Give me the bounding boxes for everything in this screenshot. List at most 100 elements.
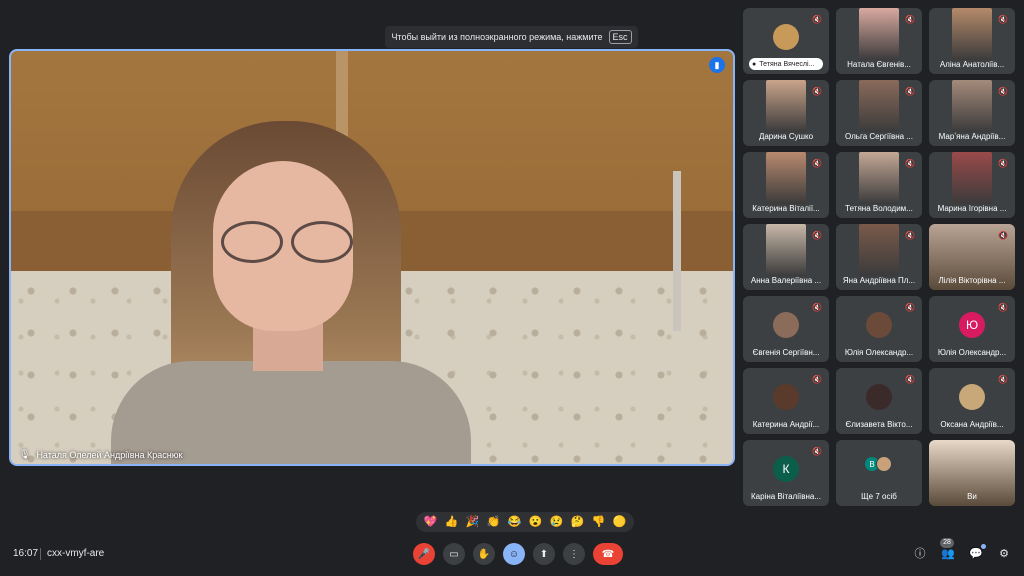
- fullscreen-exit-banner: Чтобы выйти из полноэкранного режима, на…: [385, 26, 638, 48]
- participant-name: Тетяна Володим...: [845, 204, 913, 213]
- participant-name: Лілія Вікторівна ...: [938, 276, 1006, 285]
- participant-tile[interactable]: Катерина Андрії... 🔇: [743, 368, 829, 434]
- participant-tile[interactable]: Натала Євгенів... 🔇: [836, 8, 922, 74]
- reactions-button[interactable]: ☺: [503, 543, 525, 565]
- mic-off-icon: 🔇: [905, 231, 915, 240]
- participant-tile[interactable]: В Ще 7 осіб: [836, 440, 922, 506]
- avatar: [866, 384, 892, 410]
- avatar: [866, 312, 892, 338]
- participant-name: Анна Валеріївна ...: [750, 276, 822, 285]
- hand-icon: ✋: [477, 548, 491, 560]
- reaction-emoji-button[interactable]: 🤔: [571, 515, 585, 529]
- participant-tile[interactable]: Єлизавета Вікто... 🔇: [836, 368, 922, 434]
- mic-off-icon: 🔇: [905, 159, 915, 168]
- participant-tile[interactable]: Ольга Сергіївна ... 🔇: [836, 80, 922, 146]
- participant-tile[interactable]: Яна Андріївна Пл... 🔇: [836, 224, 922, 290]
- reaction-emoji-button[interactable]: 🎉: [466, 515, 480, 529]
- mic-off-icon: 🔇: [905, 15, 915, 24]
- participant-tile[interactable]: Юлія Олександр... 🔇: [836, 296, 922, 362]
- participant-video: [952, 80, 992, 132]
- participant-tile[interactable]: Марина Ігорівна ... 🔇: [929, 152, 1015, 218]
- participant-tile[interactable]: ● Тетяна Вячеслі... 🔇: [743, 8, 829, 74]
- mic-toggle-button[interactable]: 🎤: [413, 543, 435, 565]
- emoji-icon: ☺: [508, 548, 520, 560]
- mic-off-icon: 🔇: [905, 375, 915, 384]
- participant-tile[interactable]: Лілія Вікторівна ... 🔇: [929, 224, 1015, 290]
- participant-tile[interactable]: Оксана Андріїв... 🔇: [929, 368, 1015, 434]
- banner-text: Чтобы выйти из полноэкранного режима, на…: [391, 32, 603, 42]
- participant-video: [859, 80, 899, 132]
- participant-tile[interactable]: К Каріна Віталіївна... 🔇: [743, 440, 829, 506]
- reaction-emoji-button[interactable]: 🟡: [613, 515, 627, 529]
- participant-name: Марʼяна Андріїв...: [938, 132, 1006, 141]
- mic-off-icon: 🔇: [998, 303, 1008, 312]
- participant-video: [766, 224, 806, 276]
- hangup-icon: ☎: [601, 548, 615, 560]
- reaction-emoji-button[interactable]: 👍: [445, 515, 459, 529]
- main-speaker-tile[interactable]: ▮ 🎙 Наталя Олелей Андріївна Краснюк: [9, 49, 735, 466]
- present-button[interactable]: ⬆: [533, 543, 555, 565]
- participant-name: Юлія Олександр...: [844, 348, 914, 357]
- reactions-bar: 💖 👍 🎉 👏 😂 😮 😢 🤔 👎 🟡: [416, 512, 634, 532]
- participant-name: Ви: [967, 492, 977, 501]
- participant-name: Юлія Олександр...: [937, 348, 1007, 357]
- participant-name: Євгенія Сергіївн...: [752, 348, 820, 357]
- mic-off-icon: 🔇: [998, 87, 1008, 96]
- mic-off-icon: 🔇: [812, 231, 822, 240]
- participant-tile[interactable]: Ю Юлія Олександр... 🔇: [929, 296, 1015, 362]
- camera-toggle-button[interactable]: ▭: [443, 543, 465, 565]
- meeting-info-button[interactable]: ⓘ: [912, 546, 928, 562]
- participant-tile[interactable]: Анна Валеріївна ... 🔇: [743, 224, 829, 290]
- participant-tile[interactable]: Євгенія Сергіївн... 🔇: [743, 296, 829, 362]
- side-panel-buttons: ⓘ 28 👥 💬 ⚙: [912, 538, 1012, 562]
- reaction-emoji-button[interactable]: 😂: [508, 515, 522, 529]
- participant-name: Натала Євгенів...: [847, 60, 911, 69]
- speaker-name-label: 🎙 Наталя Олелей Андріївна Краснюк: [19, 449, 182, 460]
- avatar: [959, 384, 985, 410]
- participant-tile[interactable]: Аліна Анатоліїв... 🔇: [929, 8, 1015, 74]
- speaking-indicator-icon: ▮: [709, 57, 725, 73]
- mic-off-icon: 🔇: [812, 303, 822, 312]
- mic-off-icon: 🔇: [905, 87, 915, 96]
- participant-name: Ольга Сергіївна ...: [845, 132, 913, 141]
- clock: 16:07: [13, 548, 39, 559]
- participant-name: Яна Андріївна Пл...: [842, 276, 916, 285]
- avatar: [773, 312, 799, 338]
- participant-tile[interactable]: Ви: [929, 440, 1015, 506]
- participant-video: [766, 80, 806, 132]
- mic-off-icon: 🔇: [812, 447, 822, 456]
- activities-button[interactable]: ⚙: [996, 546, 1012, 562]
- reaction-emoji-button[interactable]: 😢: [550, 515, 564, 529]
- reaction-emoji-button[interactable]: 💖: [424, 515, 438, 529]
- participant-name: Марина Ігорівна ...: [937, 204, 1007, 213]
- people-count-badge: 28: [940, 538, 954, 548]
- mic-off-icon: 🔇: [812, 15, 822, 24]
- participant-tile[interactable]: Марʼяна Андріїв... 🔇: [929, 80, 1015, 146]
- leave-call-button[interactable]: ☎: [593, 543, 623, 565]
- participant-name: Каріна Віталіївна...: [750, 492, 821, 501]
- participant-name: Оксана Андріїв...: [940, 420, 1004, 429]
- reaction-emoji-button[interactable]: 😮: [529, 515, 543, 529]
- reaction-emoji-button[interactable]: 👎: [592, 515, 606, 529]
- chat-button[interactable]: 💬: [968, 544, 986, 562]
- participant-video: [952, 8, 992, 60]
- participant-tile[interactable]: Катерина Віталії... 🔇: [743, 152, 829, 218]
- reaction-emoji-button[interactable]: 👏: [487, 515, 501, 529]
- participant-name: Дарина Сушко: [758, 132, 814, 141]
- participant-tile[interactable]: Дарина Сушко 🔇: [743, 80, 829, 146]
- participant-video: [952, 152, 992, 204]
- people-button[interactable]: 28 👥: [940, 538, 956, 562]
- mic-off-icon: 🔇: [998, 15, 1008, 24]
- participant-name: Катерина Андрії...: [752, 420, 820, 429]
- participant-name: Катерина Віталії...: [752, 204, 820, 213]
- pin-icon: ●: [752, 60, 757, 68]
- raise-hand-button[interactable]: ✋: [473, 543, 495, 565]
- meeting-code: cxx-vmyf-are: [47, 548, 105, 559]
- people-icon: 👥: [941, 548, 955, 560]
- participant-tile[interactable]: Тетяна Володим... 🔇: [836, 152, 922, 218]
- participant-video: [859, 152, 899, 204]
- more-options-button[interactable]: ⋮: [563, 543, 585, 565]
- participant-video: [859, 8, 899, 60]
- call-controls: 🎤 ▭ ✋ ☺ ⬆ ⋮ ☎: [413, 543, 623, 565]
- camera-icon: ▭: [449, 548, 459, 560]
